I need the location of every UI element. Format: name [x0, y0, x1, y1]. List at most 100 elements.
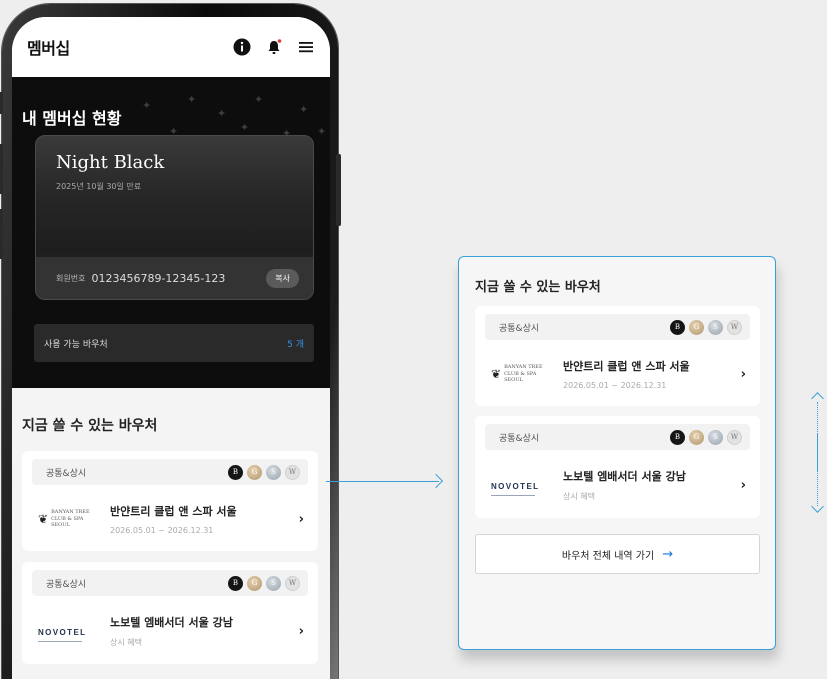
tier-badges: B G S W	[228, 575, 300, 591]
voucher-category: 공통&상시	[46, 468, 87, 479]
tier-gold-badge: G	[689, 429, 704, 445]
logo-subtext: CLUB & SPA SEOUL	[51, 515, 84, 529]
pattern-star-icon: ✦	[254, 93, 264, 106]
chevron-right-icon[interactable]: ›	[741, 367, 746, 382]
tier-badges: B G S W	[670, 429, 742, 445]
tier-gold-badge: G	[247, 464, 262, 480]
phone-frame: 멤버십 ✦ ✦ ✦ ✦ ✦ ✦ ✦ ✦ ✦ 내 멤버십 현황 Night Bla…	[0, 4, 341, 679]
arrow-right-icon: →	[662, 546, 674, 562]
tier-badges: B G S W	[670, 319, 742, 335]
voucher-header: 공통&상시 B G S W	[485, 314, 750, 340]
bell-icon[interactable]	[264, 37, 284, 57]
voucher-period: 2026.05.01 ~ 2026.12.31	[563, 381, 667, 390]
all-vouchers-label: 바우처 전체 내역 가기	[561, 550, 655, 562]
vouchers-section: 지금 쓸 수 있는 바우처 공통&상시 B G S W ❦ BANYAN TRE…	[12, 388, 330, 664]
info-icon[interactable]	[232, 37, 252, 57]
chevron-down-icon	[811, 500, 824, 513]
voucher-name: 반얀트리 클럽 앤 스파 서울	[563, 360, 690, 373]
member-number-label: 회원번호	[56, 273, 86, 283]
banyan-tree-icon: ❦	[491, 367, 502, 381]
copy-button[interactable]: 복사	[266, 268, 299, 288]
vouchers-section-title: 지금 쓸 수 있는 바우처	[22, 418, 158, 434]
scroll-indicator	[810, 392, 826, 516]
tier-white-badge: W	[285, 464, 300, 480]
voucher-category: 공통&상시	[499, 323, 540, 334]
logo-subtext: CLUB & SPA SEOUL	[504, 370, 537, 384]
available-voucher-bar[interactable]: 사용 가능 바우처 5 개	[34, 324, 314, 362]
voucher-text: 반얀트리 클럽 앤 스파 서울 2026.05.01 ~ 2026.12.31	[96, 503, 299, 535]
voucher-name: 노보텔 엠배서더 서울 강남	[563, 470, 686, 483]
novotel-logo: NOVOTEL	[38, 620, 96, 642]
tier-gold-badge: G	[689, 319, 704, 335]
all-vouchers-button[interactable]: 바우처 전체 내역 가기 →	[475, 534, 760, 574]
phone-volume-down	[0, 209, 3, 259]
page-title: 멤버십	[27, 39, 70, 58]
scroll-thumb	[817, 434, 818, 472]
available-voucher-count: 5 개	[287, 339, 304, 350]
chevron-right-icon[interactable]: ›	[299, 624, 304, 639]
header-actions	[232, 37, 316, 57]
member-number-row: 회원번호 0123456789-12345-123 복사	[36, 257, 313, 299]
voucher-header: 공통&상시 B G S W	[32, 570, 308, 596]
logo-text: NOVOTEL	[491, 482, 540, 491]
phone-volume-up	[0, 144, 3, 194]
voucher-text: 반얀트리 클럽 앤 스파 서울 2026.05.01 ~ 2026.12.31	[549, 358, 741, 390]
membership-tier: Night Black	[56, 152, 165, 173]
logo-text: BANYAN TREE	[51, 509, 90, 516]
logo-text: NOVOTEL	[38, 628, 87, 637]
voucher-body: ❦ BANYAN TREE CLUB & SPA SEOUL 반얀트리 클럽 앤…	[32, 485, 308, 541]
tier-white-badge: W	[727, 429, 742, 445]
tier-white-badge: W	[727, 319, 742, 335]
voucher-header: 공통&상시 B G S W	[485, 424, 750, 450]
pattern-star-icon: ✦	[317, 125, 327, 138]
tier-black-badge: B	[670, 429, 685, 445]
tier-silver-badge: S	[266, 464, 281, 480]
voucher-category: 공통&상시	[499, 433, 540, 444]
membership-status-section: ✦ ✦ ✦ ✦ ✦ ✦ ✦ ✦ ✦ 내 멤버십 현황 Night Black 2…	[12, 77, 330, 388]
voucher-body: NOVOTEL 노보텔 엠배서더 서울 강남 상시 혜택 ›	[485, 450, 750, 508]
voucher-card[interactable]: 공통&상시 B G S W NOVOTEL 노보텔 엠배서더 서울 강남 상시 …	[475, 416, 760, 518]
voucher-benefit: 상시 혜택	[563, 492, 595, 501]
tier-silver-badge: S	[708, 429, 723, 445]
voucher-card[interactable]: 공통&상시 B G S W ❦ BANYAN TREE CLUB & SPA S…	[475, 306, 760, 406]
app-header: 멤버십	[12, 17, 330, 77]
tier-black-badge: B	[228, 464, 243, 480]
tier-black-badge: B	[670, 319, 685, 335]
voucher-body: NOVOTEL 노보텔 엠배서더 서울 강남 상시 혜택 ›	[32, 596, 308, 654]
banyan-tree-icon: ❦	[38, 512, 49, 526]
membership-expiry: 2025년 10월 30일 만료	[56, 182, 142, 191]
tier-black-badge: B	[228, 575, 243, 591]
arrow-right-icon	[428, 473, 444, 489]
callout-connector-line	[326, 481, 439, 482]
voucher-benefit: 상시 혜택	[110, 638, 142, 647]
pattern-star-icon: ✦	[187, 93, 197, 106]
tier-badges: B G S W	[228, 464, 300, 480]
voucher-text: 노보텔 엠배서더 서울 강남 상시 혜택	[549, 468, 741, 502]
voucher-header: 공통&상시 B G S W	[32, 459, 308, 485]
phone-screen: 멤버십 ✦ ✦ ✦ ✦ ✦ ✦ ✦ ✦ ✦ 내 멤버십 현황 Night Bla…	[12, 17, 330, 679]
pattern-star-icon: ✦	[240, 121, 250, 134]
tier-gold-badge: G	[247, 575, 262, 591]
logo-text: BANYAN TREE	[504, 364, 543, 371]
available-voucher-label: 사용 가능 바우처	[44, 339, 108, 350]
phone-side-button	[0, 92, 3, 114]
vouchers-section-title: 지금 쓸 수 있는 바우처	[475, 280, 601, 295]
membership-section-title: 내 멤버십 현황	[22, 109, 122, 128]
banyan-tree-logo: ❦ BANYAN TREE CLUB & SPA SEOUL	[38, 509, 96, 529]
tier-silver-badge: S	[708, 319, 723, 335]
voucher-name: 반얀트리 클럽 앤 스파 서울	[110, 505, 237, 518]
voucher-card[interactable]: 공통&상시 B G S W ❦ BANYAN TREE CLUB & SPA S…	[22, 451, 318, 551]
voucher-category: 공통&상시	[46, 579, 87, 590]
voucher-card[interactable]: 공통&상시 B G S W NOVOTEL 노보텔 엠배서더 서울 강남 상시 …	[22, 562, 318, 664]
chevron-right-icon[interactable]: ›	[299, 512, 304, 527]
vouchers-zoom-panel: 지금 쓸 수 있는 바우처 공통&상시 B G S W ❦ BANYAN TRE…	[458, 256, 776, 650]
menu-icon[interactable]	[296, 37, 316, 57]
chevron-up-icon	[811, 392, 824, 405]
voucher-text: 노보텔 엠배서더 서울 강남 상시 혜택	[96, 614, 299, 648]
chevron-right-icon[interactable]: ›	[741, 478, 746, 493]
pattern-star-icon: ✦	[299, 103, 309, 116]
membership-card[interactable]: Night Black 2025년 10월 30일 만료 회원번호 012345…	[35, 135, 314, 300]
voucher-period: 2026.05.01 ~ 2026.12.31	[110, 526, 214, 535]
phone-power-button	[336, 154, 341, 226]
pattern-star-icon: ✦	[142, 99, 152, 112]
